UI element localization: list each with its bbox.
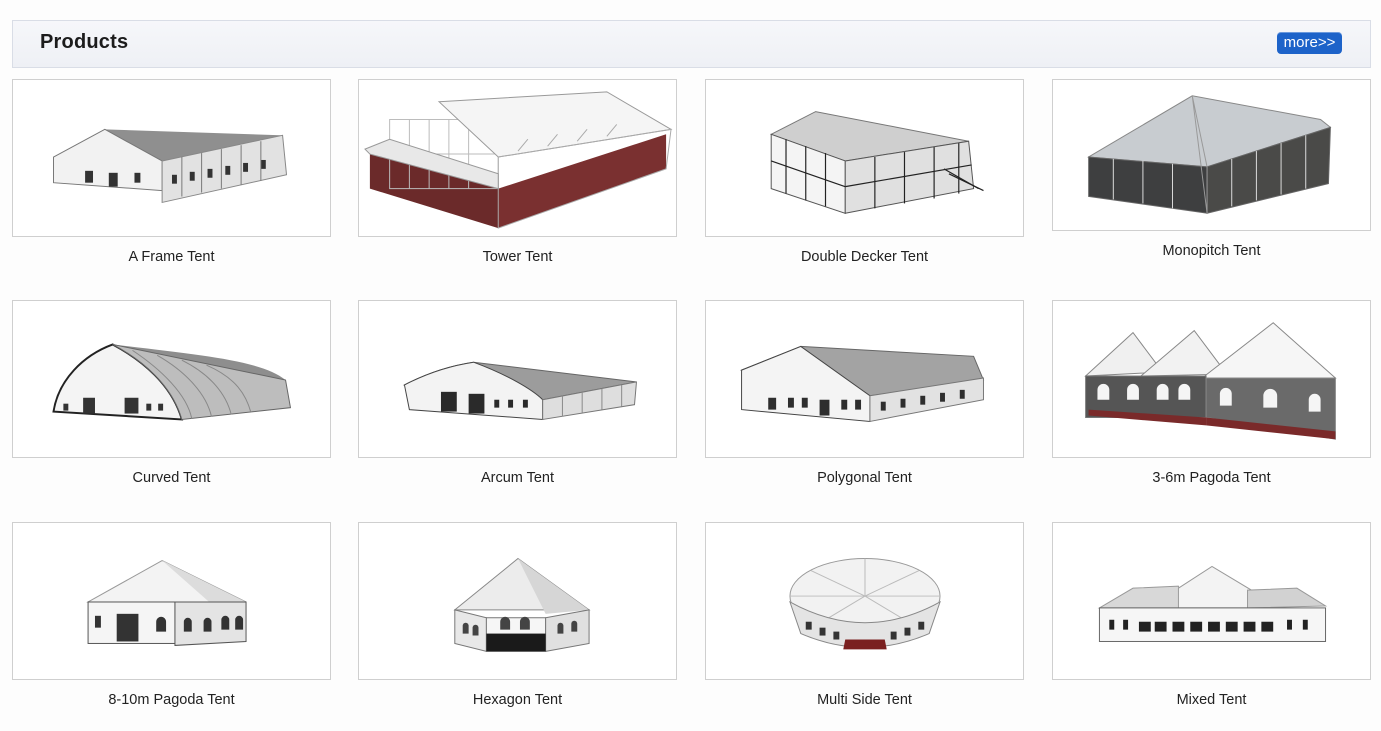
product-name[interactable]: 3-6m Pagoda Tent bbox=[1052, 470, 1371, 486]
product-name[interactable]: Tower Tent bbox=[358, 249, 677, 265]
product-card[interactable]: 3-6m Pagoda Tent bbox=[1052, 300, 1371, 490]
mixed-tent-image[interactable] bbox=[1052, 522, 1371, 680]
products-header: Products more>> bbox=[12, 20, 1371, 68]
product-card[interactable]: Polygonal Tent bbox=[705, 300, 1024, 490]
a-frame-tent-image[interactable] bbox=[12, 79, 331, 237]
monopitch-tent-image[interactable] bbox=[1052, 79, 1371, 231]
product-name[interactable]: Multi Side Tent bbox=[705, 692, 1024, 708]
curved-tent-image[interactable] bbox=[12, 300, 331, 458]
product-card[interactable]: Monopitch Tent bbox=[1052, 79, 1371, 269]
product-name[interactable]: Hexagon Tent bbox=[358, 692, 677, 708]
pagoda-8-10m-tent-image[interactable] bbox=[12, 522, 331, 680]
product-card[interactable]: A Frame Tent bbox=[12, 79, 331, 269]
hexagon-tent-image[interactable] bbox=[358, 522, 677, 680]
product-name[interactable]: Double Decker Tent bbox=[705, 249, 1024, 265]
tower-tent-image[interactable] bbox=[358, 79, 677, 237]
product-card[interactable]: Multi Side Tent bbox=[705, 522, 1024, 712]
product-card[interactable]: 8-10m Pagoda Tent bbox=[12, 522, 331, 712]
product-card[interactable]: Tower Tent bbox=[358, 79, 677, 269]
product-card[interactable]: Arcum Tent bbox=[358, 300, 677, 490]
section-title: Products bbox=[40, 31, 129, 53]
double-decker-tent-image[interactable] bbox=[705, 79, 1024, 237]
product-card[interactable]: Curved Tent bbox=[12, 300, 331, 490]
product-card[interactable]: Hexagon Tent bbox=[358, 522, 677, 712]
product-name[interactable]: A Frame Tent bbox=[12, 249, 331, 265]
multi-side-tent-image[interactable] bbox=[705, 522, 1024, 680]
product-name[interactable]: Polygonal Tent bbox=[705, 470, 1024, 486]
more-button[interactable]: more>> bbox=[1277, 32, 1342, 54]
arcum-tent-image[interactable] bbox=[358, 300, 677, 458]
product-name[interactable]: Arcum Tent bbox=[358, 470, 677, 486]
product-name[interactable]: Curved Tent bbox=[12, 470, 331, 486]
pagoda-3-6m-tent-image[interactable] bbox=[1052, 300, 1371, 458]
product-name[interactable]: 8-10m Pagoda Tent bbox=[12, 692, 331, 708]
product-name[interactable]: Monopitch Tent bbox=[1052, 243, 1371, 259]
product-card[interactable]: Mixed Tent bbox=[1052, 522, 1371, 712]
product-card[interactable]: Double Decker Tent bbox=[705, 79, 1024, 269]
product-name[interactable]: Mixed Tent bbox=[1052, 692, 1371, 708]
polygonal-tent-image[interactable] bbox=[705, 300, 1024, 458]
